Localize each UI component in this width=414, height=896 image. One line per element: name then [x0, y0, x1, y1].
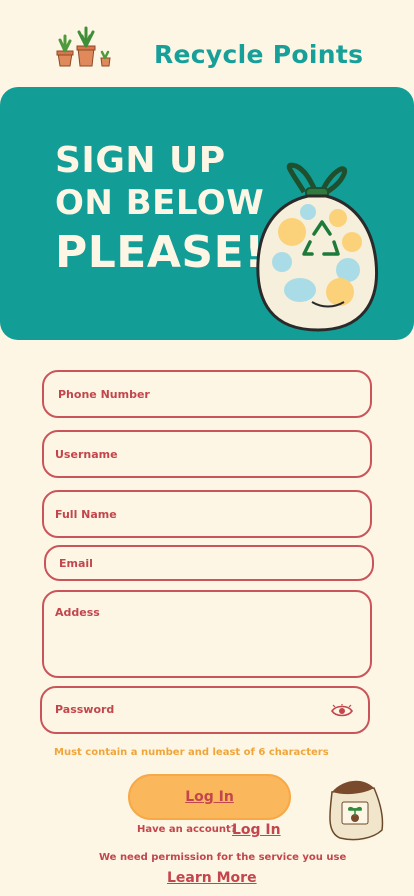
email-input[interactable]	[59, 557, 339, 570]
full-name-field[interactable]	[42, 490, 372, 538]
password-input[interactable]	[55, 703, 315, 716]
account-prompt: Have an account?	[137, 824, 237, 835]
username-field[interactable]	[42, 430, 372, 478]
hero-line-1: SIGN UP	[55, 140, 226, 181]
recycle-bag-illustration	[256, 162, 379, 332]
log-in-link[interactable]: Log In	[232, 822, 292, 838]
log-in-button[interactable]: Log In	[128, 774, 291, 820]
learn-more-link[interactable]: Learn More	[167, 870, 257, 886]
phone-number-field[interactable]	[42, 370, 372, 418]
seed-bag-illustration	[329, 780, 384, 841]
full-name-input[interactable]	[55, 508, 335, 521]
address-field[interactable]	[42, 590, 372, 678]
password-hint: Must contain a number and least of 6 cha…	[54, 747, 329, 758]
address-input[interactable]	[55, 606, 355, 666]
email-field[interactable]	[44, 545, 374, 581]
hero-line-3: PLEASE!	[55, 227, 265, 278]
potted-plants-icon	[56, 26, 111, 67]
permission-text: We need permission for the service you u…	[99, 852, 347, 863]
hero-heading: SIGN UP ON BELOW PLEASE!	[55, 141, 265, 281]
hero-line-2: ON BELOW	[55, 183, 265, 223]
app-title: Recycle Points	[154, 40, 364, 69]
eye-icon[interactable]	[331, 704, 353, 718]
phone-number-input[interactable]	[58, 388, 338, 401]
username-input[interactable]	[55, 448, 335, 461]
header: Recycle Points	[0, 0, 414, 86]
password-field[interactable]	[40, 686, 370, 734]
account-row: Have an account? Log In	[137, 822, 281, 838]
